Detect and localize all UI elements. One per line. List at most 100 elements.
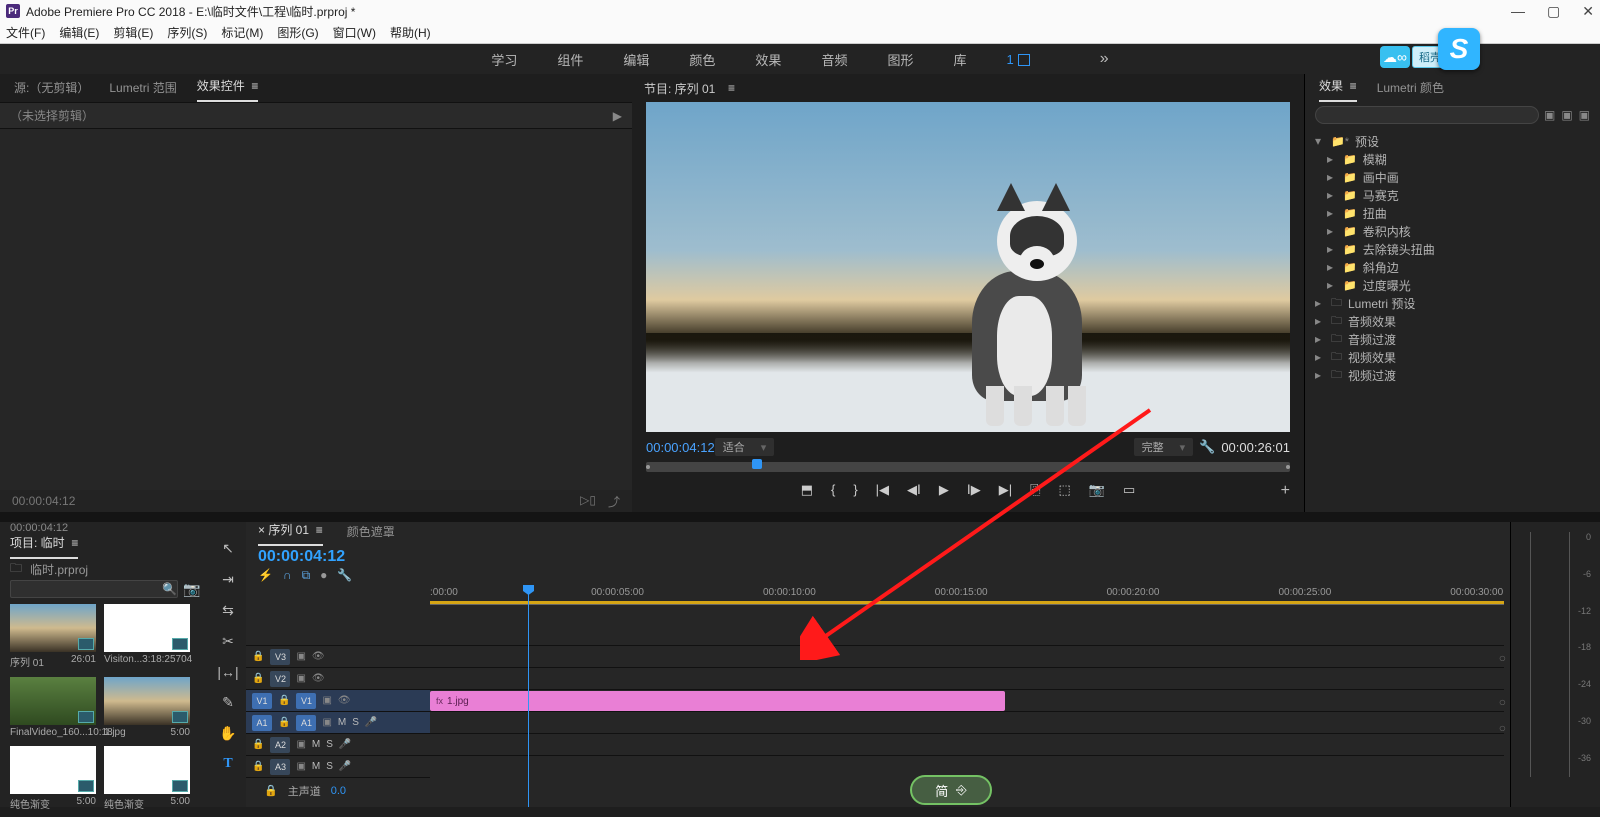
btn-step-back[interactable]: ◀Ⅰ: [907, 482, 921, 498]
tool-track-select[interactable]: ⇥: [222, 571, 234, 588]
tab-effect-controls[interactable]: 效果控件 ≡: [197, 77, 259, 102]
clip-v1[interactable]: fx1.jpg: [430, 691, 1005, 711]
bin-item[interactable]: Visiton...3:18:25704: [104, 604, 190, 669]
btn-add-button[interactable]: +: [1281, 482, 1290, 500]
effects-tree[interactable]: ▾📁*预设 ▸📁模糊 ▸📁画中画 ▸📁马赛克 ▸📁扭曲 ▸📁卷积内核 ▸📁去除镜…: [1305, 128, 1600, 388]
ws-library[interactable]: 库: [953, 50, 966, 69]
program-video[interactable]: [646, 102, 1290, 432]
tab-sequence[interactable]: × 序列 01 ≡: [258, 521, 323, 546]
menu-mark[interactable]: 标记(M): [221, 24, 263, 41]
ws-editing[interactable]: 编辑: [623, 50, 649, 69]
source-util-icon-2[interactable]: ⤴: [608, 493, 620, 510]
tool-ripple[interactable]: ⇆: [222, 602, 234, 619]
camera-icon[interactable]: 📷: [183, 581, 200, 598]
ws-color[interactable]: 颜色: [689, 50, 715, 69]
menu-file[interactable]: 文件(F): [6, 24, 45, 41]
program-title: 节目: 序列 01: [644, 80, 715, 97]
timeline-playhead[interactable]: [528, 587, 529, 807]
menu-graphics[interactable]: 图形(G): [277, 24, 318, 41]
tab-effects[interactable]: 效果 ≡: [1319, 77, 1357, 102]
ws-more[interactable]: »: [1100, 50, 1109, 68]
close-button[interactable]: ✕: [1582, 3, 1594, 20]
ws-learn[interactable]: 学习: [491, 50, 517, 69]
noclip-text: （未选择剪辑）: [10, 107, 94, 124]
timeline-panel: × 序列 01 ≡ 颜色遮罩 00:00:04:12 ⚡ ∩ ⧉ ● 🔧 :00…: [246, 522, 1510, 807]
fx-badge-icon-2[interactable]: ▣: [1561, 108, 1572, 122]
menu-sequence[interactable]: 序列(S): [167, 24, 207, 41]
bin-item[interactable]: 纯色渐变5:00: [104, 746, 190, 811]
tab-lumetri-color[interactable]: Lumetri 颜色: [1377, 79, 1444, 102]
timeline-ruler[interactable]: :00:00 00:00:05:00 00:00:10:00 00:00:15:…: [430, 587, 1504, 605]
app-title: Adobe Premiere Pro CC 2018 - E:\临时文件\工程\…: [26, 3, 355, 20]
btn-compare[interactable]: ▭: [1123, 482, 1135, 498]
source-panel: 源:（无剪辑） Lumetri 范围 效果控件 ≡ （未选择剪辑） ▶ 00:0…: [0, 74, 632, 512]
mini-timecode: 00:00:04:12: [0, 522, 210, 534]
source-util-icon-1[interactable]: ▷▯: [580, 493, 596, 510]
bin-item[interactable]: 纯色渐变5:00: [10, 746, 96, 811]
menu-window[interactable]: 窗口(W): [333, 24, 376, 41]
tab-color-matte[interactable]: 颜色遮罩: [347, 523, 395, 546]
minimize-button[interactable]: —: [1511, 3, 1525, 20]
noclip-arrow-icon: ▶: [613, 109, 622, 123]
program-panel: 节目: 序列 01 ≡ 00:00:04:12 适合▾ 完整▾ 🔧 00:00:…: [632, 74, 1304, 512]
toolstrip: ↖ ⇥ ⇆ ✂ |↔| ✎ ✋ T: [210, 522, 246, 807]
tool-type[interactable]: T: [223, 756, 232, 772]
wrench-icon[interactable]: 🔧: [1199, 439, 1215, 455]
program-fit-dropdown[interactable]: 适合▾: [715, 438, 775, 456]
ws-effects[interactable]: 效果: [755, 50, 781, 69]
tab-source[interactable]: 源:（无剪辑）: [14, 79, 89, 102]
tool-pen[interactable]: ✎: [222, 694, 234, 711]
btn-goto-out[interactable]: ▶|: [999, 482, 1012, 498]
ws-audio[interactable]: 音频: [821, 50, 847, 69]
tool-selection[interactable]: ↖: [222, 540, 234, 557]
tab-project[interactable]: 项目: 临时 ≡: [10, 534, 78, 559]
program-scrub-bar[interactable]: [646, 462, 1290, 472]
ws-graphics[interactable]: 图形: [887, 50, 913, 69]
btn-in[interactable]: {: [831, 482, 835, 498]
tl-magnet-icon[interactable]: ∩: [283, 568, 292, 583]
btn-lift[interactable]: ⎘: [1030, 482, 1040, 498]
timeline-timecode[interactable]: 00:00:04:12: [246, 546, 1510, 568]
program-quality-dropdown[interactable]: 完整▾: [1134, 438, 1194, 456]
tool-hand[interactable]: ✋: [219, 725, 236, 742]
source-tc: 00:00:04:12: [12, 494, 75, 508]
effects-panel: 效果 ≡ Lumetri 颜色 🔍 ▣ ▣ ▣ ▾📁*预设 ▸📁模糊 ▸📁画中画…: [1304, 74, 1600, 512]
btn-out[interactable]: }: [853, 482, 857, 498]
project-panel: 00:00:04:12 项目: 临时 ≡ 🗀 临时.prproj 🔍 📷 序列 …: [0, 522, 210, 807]
project-search-input[interactable]: [10, 580, 178, 598]
btn-play[interactable]: ▶: [939, 482, 949, 498]
tl-link-icon[interactable]: ⧉: [302, 568, 311, 583]
tool-razor[interactable]: ✂: [222, 633, 234, 650]
fx-badge-icon-1[interactable]: ▣: [1544, 108, 1555, 122]
btn-marker[interactable]: ⬒: [801, 482, 813, 498]
ws-custom-1[interactable]: 1: [1006, 52, 1029, 67]
bin-item[interactable]: 序列 0126:01: [10, 604, 96, 669]
ws-assembly[interactable]: 组件: [557, 50, 583, 69]
folder-icon: 📁*: [1331, 135, 1349, 148]
bottom-ime-badge[interactable]: 简⎆: [910, 775, 992, 805]
menu-help[interactable]: 帮助(H): [390, 24, 431, 41]
tab-lumetri-scopes[interactable]: Lumetri 范围: [109, 79, 176, 102]
btn-goto-in[interactable]: |◀: [876, 482, 889, 498]
app-icon: Pr: [6, 4, 20, 18]
titlebar: Pr Adobe Premiere Pro CC 2018 - E:\临时文件\…: [0, 0, 1600, 22]
tl-wrench-icon[interactable]: 🔧: [337, 568, 352, 583]
bin-item[interactable]: 1.jpg5:00: [104, 677, 190, 738]
menu-edit[interactable]: 编辑(E): [59, 24, 99, 41]
bin-icon[interactable]: 🗀: [10, 559, 22, 580]
btn-step-fwd[interactable]: Ⅰ▶: [967, 482, 981, 498]
program-current-tc[interactable]: 00:00:04:12: [646, 440, 715, 455]
bin-item[interactable]: FinalVideo_160...10:18: [10, 677, 96, 738]
btn-extract[interactable]: ⬚: [1059, 482, 1071, 498]
tl-marker-icon[interactable]: ●: [320, 568, 327, 583]
search-icon: 🔍: [162, 582, 177, 596]
cloud-upload-icon[interactable]: ☁∞: [1380, 46, 1410, 68]
btn-export-frame[interactable]: 📷: [1089, 482, 1105, 498]
project-filename: 临时.prproj: [30, 561, 88, 578]
fx-badge-icon-3[interactable]: ▣: [1579, 108, 1590, 122]
tool-slip[interactable]: |↔|: [217, 664, 238, 680]
tl-snap-icon[interactable]: ⚡: [258, 568, 273, 583]
menu-clip[interactable]: 剪辑(E): [113, 24, 153, 41]
maximize-button[interactable]: ▢: [1547, 3, 1560, 20]
effects-search-input[interactable]: [1315, 106, 1539, 124]
